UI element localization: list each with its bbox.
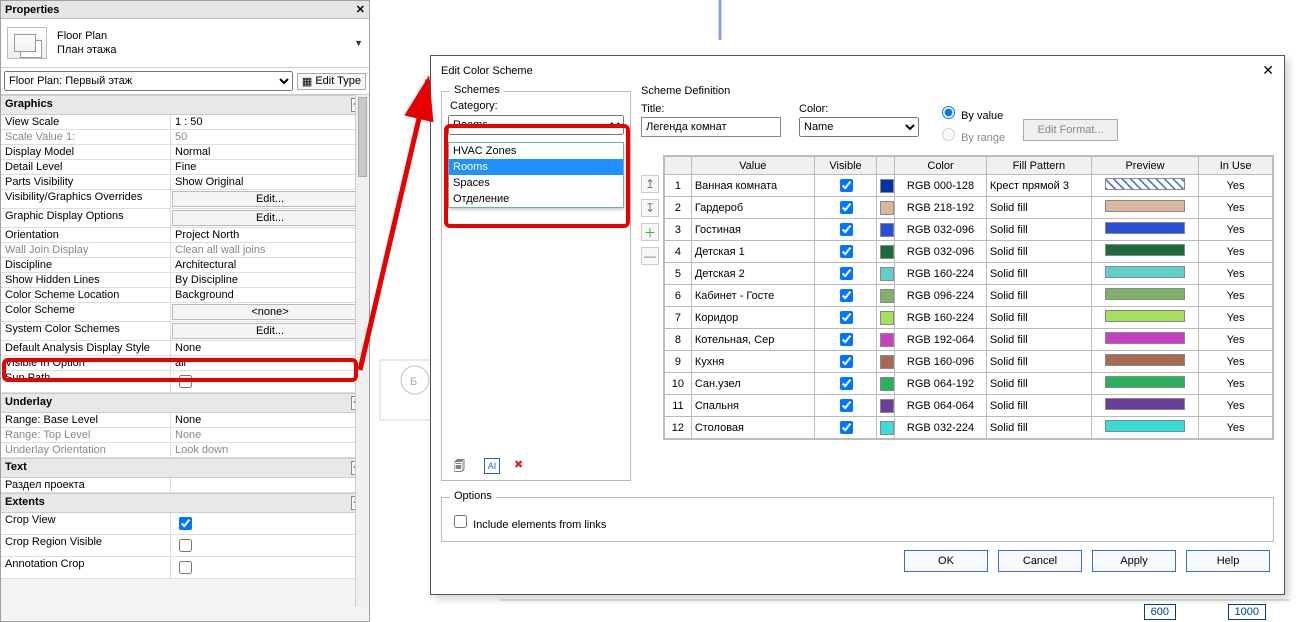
prop-row[interactable]: Display ModelNormal [1,145,369,160]
remove-row-icon[interactable]: — [641,247,659,265]
prop-row[interactable]: Color Scheme LocationBackground [1,288,369,303]
table-row[interactable]: 7КоридорRGB 160-224Solid fillYes [665,307,1273,329]
dialog-title-bar[interactable]: Edit Color Scheme ✕ [431,56,1284,85]
dropdown-item[interactable]: Rooms [449,159,623,175]
table-row[interactable]: 10Сан.узелRGB 064-192Solid fillYes [665,373,1273,395]
prop-row[interactable]: Crop Region Visible [1,535,369,557]
help-button[interactable]: Help [1186,550,1270,572]
prop-row[interactable]: System Color SchemesEdit... [1,322,369,341]
category-dropdown-list[interactable]: HVAC ZonesRoomsSpacesОтделение [448,142,624,208]
table-row[interactable]: 5Детская 2RGB 160-224Solid fillYes [665,263,1273,285]
category-label: Category: [450,100,624,112]
prop-row[interactable]: DisciplineArchitectural [1,258,369,273]
type-selector[interactable]: Floor Plan План этажа ▼ [1,19,369,68]
title-input[interactable] [641,117,781,137]
floor-plan-icon [7,27,47,59]
scheme-table[interactable]: ValueVisibleColorFill PatternPreviewIn U… [664,156,1273,439]
chevron-down-icon: ▼ [354,38,363,48]
properties-title-bar[interactable]: Properties ✕ [1,1,369,19]
table-row[interactable]: 11СпальняRGB 064-064Solid fillYes [665,395,1273,417]
prop-row[interactable]: Detail LevelFine [1,160,369,175]
prop-row[interactable]: Default Analysis Display StyleNone [1,341,369,356]
prop-row[interactable]: Visible In Optionall [1,356,369,371]
table-row[interactable]: 1Ванная комнатаRGB 000-128Крест прямой 3… [665,175,1273,197]
prop-row[interactable]: Graphic Display OptionsEdit... [1,209,369,228]
prop-row[interactable]: Underlay OrientationLook down [1,443,369,458]
table-row[interactable]: 3ГостинаяRGB 032-096Solid fillYes [665,219,1273,241]
table-row[interactable]: 12СтоловаяRGB 032-224Solid fillYes [665,417,1273,439]
by-range-radio[interactable]: By range [937,125,1005,147]
prop-row[interactable]: Annotation Crop [1,557,369,579]
dropdown-item[interactable]: Spaces [449,175,623,191]
options-legend: Options [450,490,496,502]
prop-row[interactable]: Color Scheme<none> [1,303,369,322]
options-group: Options Include elements from links [441,497,1274,542]
prop-row[interactable]: Visibility/Graphics OverridesEdit... [1,190,369,209]
properties-title: Properties [5,4,59,16]
table-row[interactable]: 2ГардеробRGB 218-192Solid fillYes [665,197,1273,219]
schemes-group: Schemes Category: Rooms HVAC ZonesRoomsS… [441,91,631,481]
table-row[interactable]: 6Кабинет - ГостеRGB 096-224Solid fillYes [665,285,1273,307]
group-graphics[interactable]: Graphics✳ [1,95,369,115]
dropdown-item[interactable]: HVAC Zones [449,143,623,159]
table-row[interactable]: 8Котельная, СерRGB 192-064Solid fillYes [665,329,1273,351]
group-extents[interactable]: Extents✳ [1,493,369,513]
edit-type-button[interactable]: ▦ Edit Type [297,73,366,90]
svg-text:Б: Б [410,376,417,388]
prop-row[interactable]: Range: Base LevelNone [1,413,369,428]
category-select[interactable]: Rooms [448,115,624,135]
table-row[interactable]: 4Детская 1RGB 032-096Solid fillYes [665,241,1273,263]
ok-button[interactable]: OK [904,550,988,572]
prop-row[interactable]: Parts VisibilityShow Original [1,175,369,190]
title-label: Title: [641,103,781,115]
instance-select[interactable]: Floor Plan: Первый этаж [4,71,293,91]
rename-icon[interactable]: AI [484,458,500,474]
scrollbar[interactable] [355,95,369,607]
edit-format-button: Edit Format... [1023,119,1118,141]
scheme-definition-group: Scheme Definition Title: Color: Name By … [641,85,1274,481]
schemes-legend: Schemes [450,84,504,96]
prop-row[interactable]: Crop View [1,513,369,535]
row-tools: ↥ ↧ ＋ — [641,175,659,440]
group-underlay[interactable]: Underlay✳ [1,393,369,413]
close-icon[interactable]: ✕ [356,3,365,16]
by-value-radio[interactable]: By value [937,103,1005,125]
color-select[interactable]: Name [799,117,919,137]
add-row-icon[interactable]: ＋ [641,223,659,241]
prop-row[interactable]: Раздел проекта [1,478,369,493]
delete-icon[interactable]: ✖ [514,458,530,474]
move-up-icon[interactable]: ↥ [641,175,659,193]
color-label: Color: [799,103,919,115]
prop-row[interactable]: OrientationProject North [1,228,369,243]
type-line1: Floor Plan [57,29,116,43]
dropdown-item[interactable]: Отделение [449,191,623,207]
prop-row[interactable]: Wall Join DisplayClean all wall joins [1,243,369,258]
dialog-title: Edit Color Scheme [441,65,533,77]
edit-type-icon: ▦ [302,75,312,88]
group-text[interactable]: Text✳ [1,458,369,478]
prop-row[interactable]: Show Hidden LinesBy Discipline [1,273,369,288]
duplicate-icon[interactable]: 🗐 [454,458,470,474]
dimension-600: 600 [1144,604,1176,620]
prop-row[interactable]: Sun Path [1,371,369,393]
prop-row[interactable]: Scale Value 1:50 [1,130,369,145]
table-row[interactable]: 9КухняRGB 160-096Solid fillYes [665,351,1273,373]
include-elements-checkbox[interactable]: Include elements from links [450,519,606,531]
edit-type-label: Edit Type [315,75,361,87]
prop-row[interactable]: Range: Top LevelNone [1,428,369,443]
type-line2: План этажа [57,43,116,57]
close-icon[interactable]: ✕ [1262,62,1274,79]
properties-panel: Properties ✕ Floor Plan План этажа ▼ Flo… [0,0,370,622]
prop-row[interactable]: View Scale1 : 50 [1,115,369,130]
dimension-1000: 1000 [1228,604,1266,620]
property-list[interactable]: Graphics✳View Scale1 : 50Scale Value 1:5… [1,95,369,607]
move-down-icon[interactable]: ↧ [641,199,659,217]
edit-color-scheme-dialog: Edit Color Scheme ✕ Schemes Category: Ro… [430,55,1285,595]
cancel-button[interactable]: Cancel [998,550,1082,572]
definition-legend: Scheme Definition [641,85,730,97]
apply-button[interactable]: Apply [1092,550,1176,572]
